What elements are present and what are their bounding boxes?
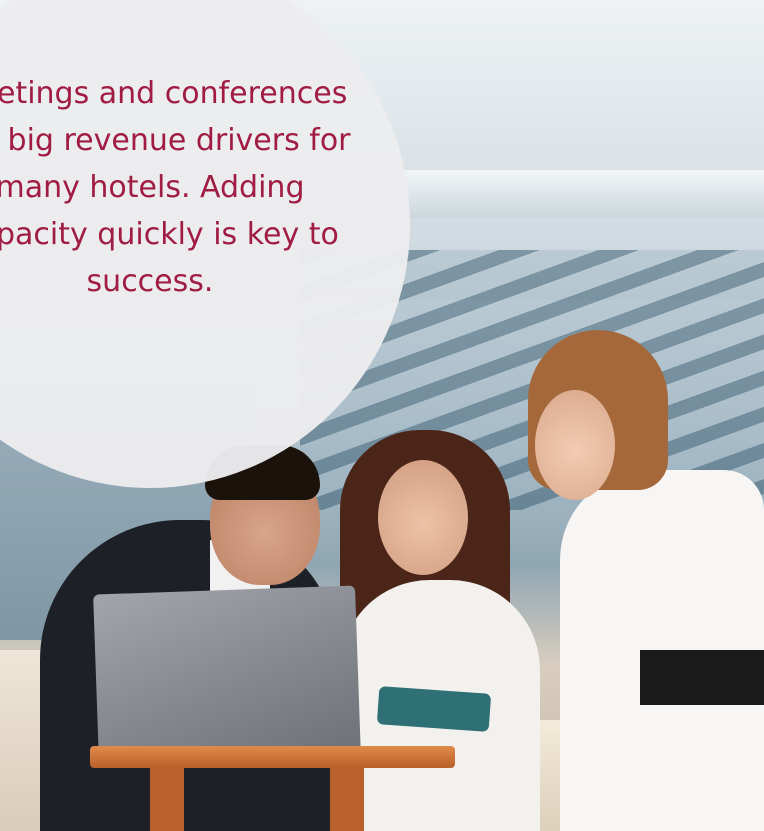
woman-center-face xyxy=(378,460,468,575)
coffee-table xyxy=(90,746,455,768)
coffee-table-leg xyxy=(330,768,364,831)
woman-right-face xyxy=(535,390,615,500)
coffee-table-leg xyxy=(150,768,184,831)
photo-scene: Meetings and conferences are big revenue… xyxy=(0,0,764,831)
tablet xyxy=(376,686,492,732)
laptop xyxy=(93,585,361,765)
woman-right-belt xyxy=(640,650,764,705)
callout-text: Meetings and conferences are big revenue… xyxy=(0,76,351,299)
